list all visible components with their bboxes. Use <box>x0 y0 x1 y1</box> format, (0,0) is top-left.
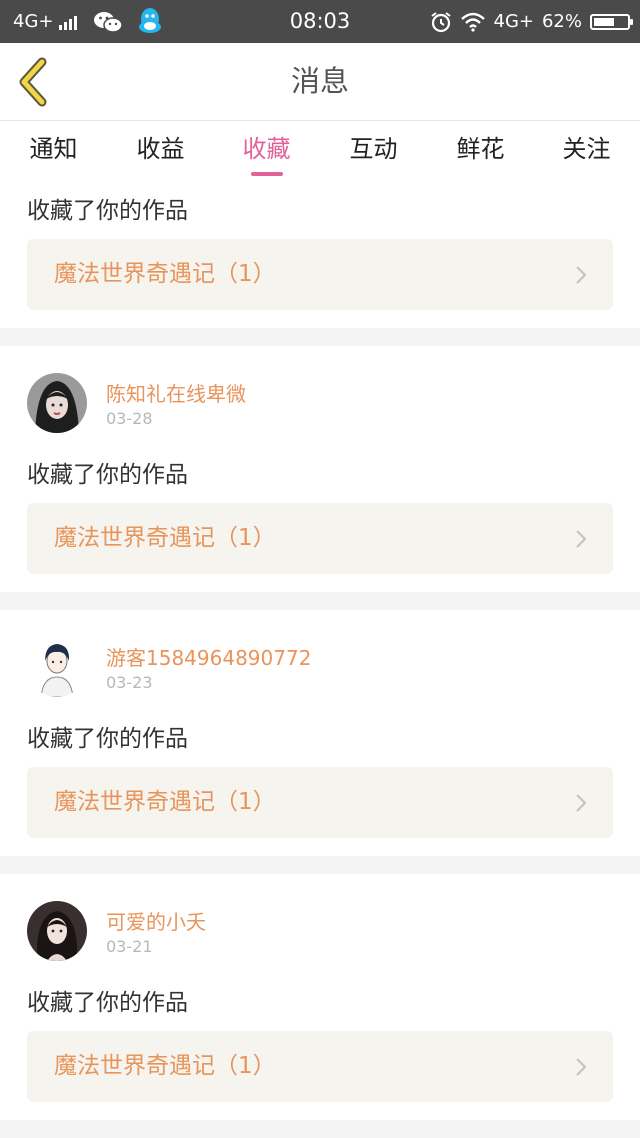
chevron-right-icon <box>576 266 587 284</box>
work-title: 魔法世界奇遇记（1） <box>54 261 276 287</box>
avatar[interactable] <box>27 373 87 433</box>
work-link[interactable]: 魔法世界奇遇记（1） <box>27 1031 613 1102</box>
avatar[interactable] <box>27 901 87 961</box>
message-card: 可爱的小夭 03-21 收藏了你的作品 魔法世界奇遇记（1） <box>0 874 640 1120</box>
message-text: 收藏了你的作品 <box>27 990 188 1016</box>
active-tab-indicator <box>250 172 283 176</box>
tab-following[interactable]: 关注 <box>533 121 640 181</box>
status-right: 4G+ 62% <box>430 0 633 43</box>
chevron-right-icon <box>576 530 587 548</box>
message-date: 03-28 <box>106 409 153 428</box>
message-text: 收藏了你的作品 <box>27 198 188 224</box>
work-link[interactable]: 魔法世界奇遇记（1） <box>27 767 613 838</box>
work-link[interactable]: 魔法世界奇遇记（1） <box>27 503 613 574</box>
tab-notifications[interactable]: 通知 <box>0 121 107 181</box>
battery-percent: 62% <box>541 11 582 32</box>
message-list: 收藏了你的作品 魔法世界奇遇记（1） 陈知礼在线卑微 03-28 收藏了你的作品… <box>0 181 640 1138</box>
tab-favorites[interactable]: 收藏 <box>213 121 320 181</box>
work-title: 魔法世界奇遇记（1） <box>54 789 276 815</box>
message-card: 游客1584964890772 03-23 收藏了你的作品 魔法世界奇遇记（1） <box>0 610 640 856</box>
work-title: 魔法世界奇遇记（1） <box>54 525 276 551</box>
wifi-icon <box>460 12 485 32</box>
user-name[interactable]: 游客1584964890772 <box>106 642 311 671</box>
tab-earnings[interactable]: 收益 <box>107 121 214 181</box>
network-type-right: 4G+ <box>493 11 534 32</box>
message-card: 陈知礼在线卑微 03-28 收藏了你的作品 魔法世界奇遇记（1） <box>0 346 640 592</box>
tab-interactions[interactable]: 互动 <box>320 121 427 181</box>
page-title: 消息 <box>290 64 349 98</box>
work-link[interactable]: 魔法世界奇遇记（1） <box>27 239 613 310</box>
avatar[interactable] <box>27 637 87 697</box>
message-card: 收藏了你的作品 魔法世界奇遇记（1） <box>0 181 640 328</box>
tab-bar: 通知 收益 收藏 互动 鲜花 关注 <box>0 121 640 181</box>
chevron-right-icon <box>576 794 587 812</box>
header: 消息 <box>0 43 640 121</box>
work-title: 魔法世界奇遇记（1） <box>54 1053 276 1079</box>
message-text: 收藏了你的作品 <box>27 462 188 488</box>
message-date: 03-21 <box>106 937 153 956</box>
tab-flowers[interactable]: 鲜花 <box>427 121 534 181</box>
message-text: 收藏了你的作品 <box>27 726 188 752</box>
chevron-right-icon <box>576 1058 587 1076</box>
user-name[interactable]: 陈知礼在线卑微 <box>106 378 246 407</box>
message-date: 03-23 <box>106 673 153 692</box>
status-bar: 4G+ 08:03 4G+ 62% <box>0 0 640 43</box>
battery-icon <box>590 13 633 30</box>
alarm-icon <box>430 11 451 32</box>
user-name[interactable]: 可爱的小夭 <box>106 906 206 935</box>
